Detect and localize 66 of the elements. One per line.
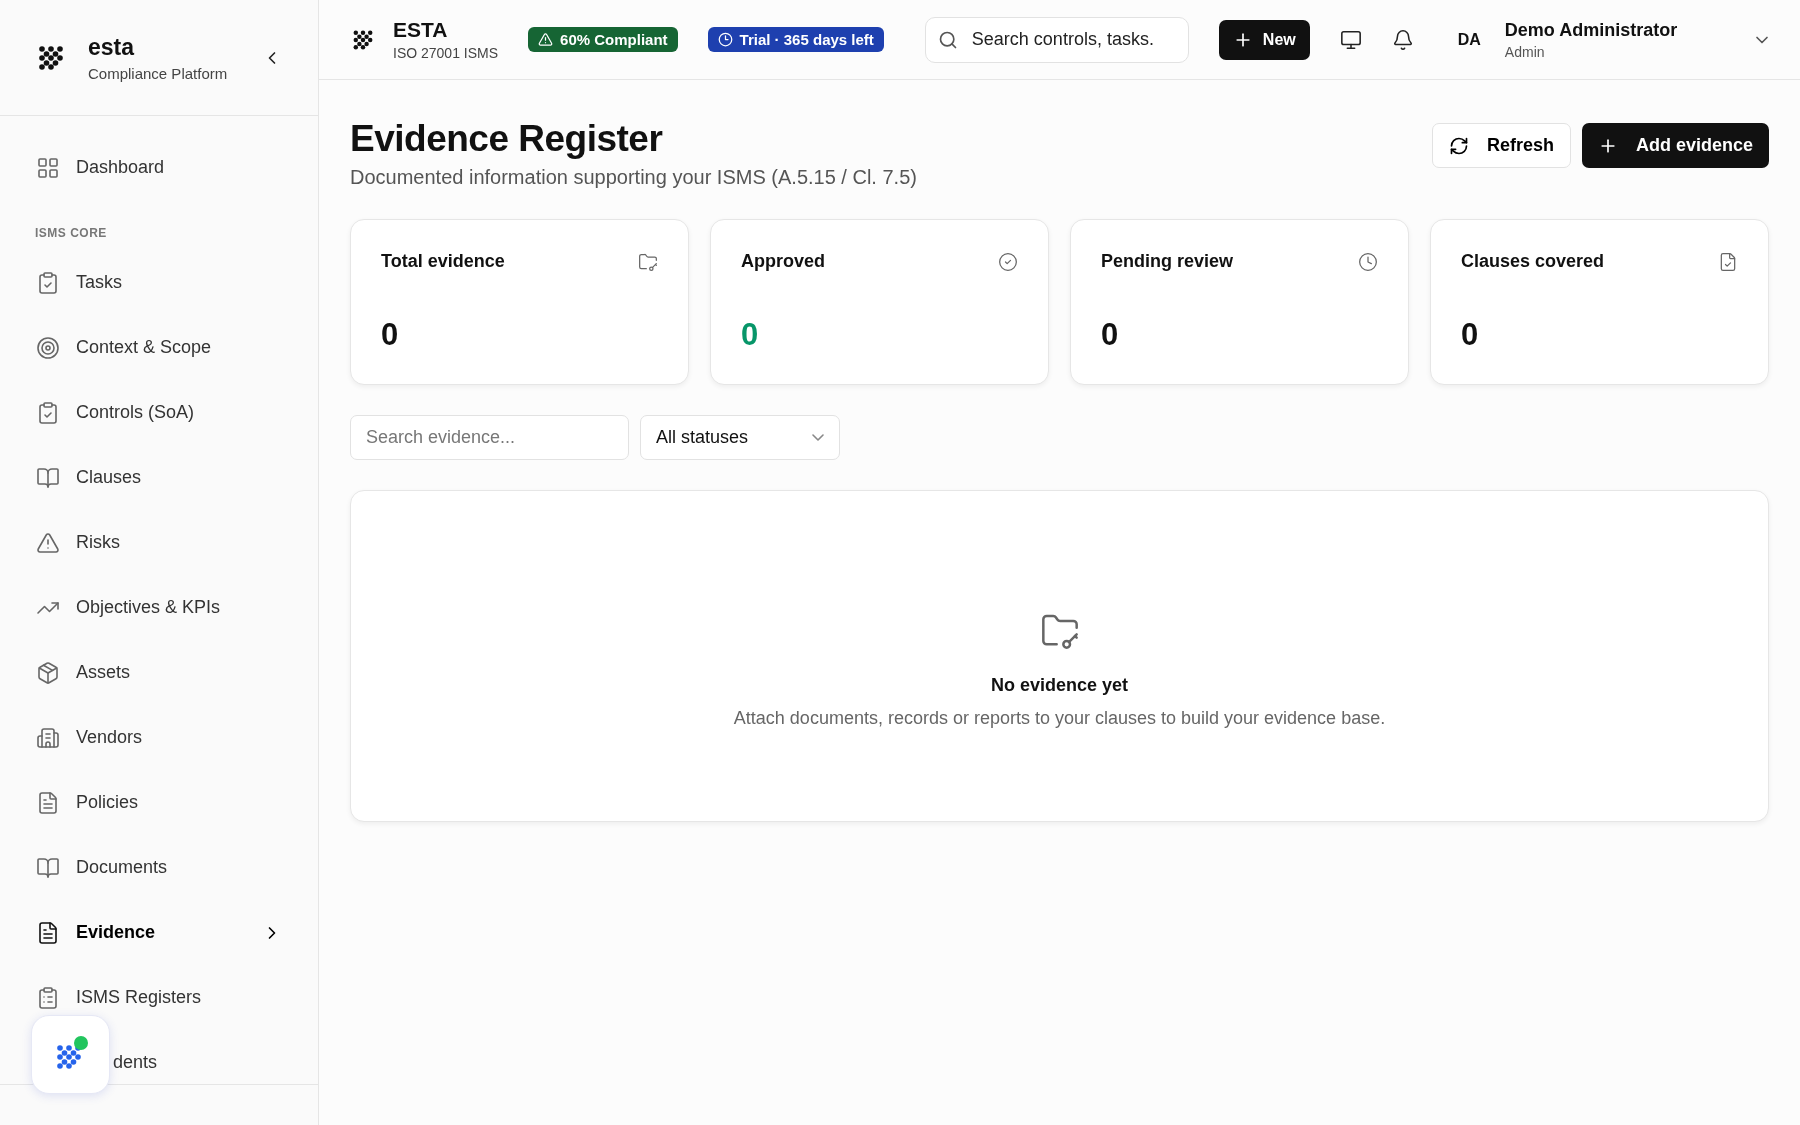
sidebar-item[interactable]: Clauses [0, 445, 318, 510]
stat-value: 0 [381, 317, 400, 353]
page-title: Evidence Register [350, 118, 664, 160]
status-dot [73, 1035, 88, 1050]
document-icon [36, 790, 60, 815]
add-evidence-button[interactable]: Add evidence [1581, 123, 1769, 168]
org-name: ESTA [393, 18, 449, 42]
user-initials: DA [1457, 30, 1481, 49]
sidebar-item[interactable]: Context & Scope [0, 315, 318, 380]
grid-icon [36, 155, 60, 180]
clipboard-icon [36, 400, 60, 425]
stat-label: Pending review [1101, 251, 1234, 272]
search-field[interactable]: Search evidence... [350, 415, 629, 460]
document-icon [36, 920, 60, 945]
stat-label: Approved [741, 251, 825, 272]
chevron-icon [812, 434, 824, 441]
page-subtitle: Documented information supporting your ISMS (A.5.15 / Cl. 7.5) [350, 166, 917, 189]
file-check-icon [1718, 251, 1738, 272]
clock-icon [1358, 251, 1378, 272]
target-icon [36, 335, 60, 360]
search-field[interactable]: Search controls, tasks. [924, 16, 1189, 63]
stat-label: Total evidence [381, 251, 505, 272]
refresh-button[interactable]: Refresh [1431, 123, 1571, 168]
clipboard-list-icon [36, 985, 60, 1010]
trial-badge: Trial · 365 days left [707, 27, 884, 52]
dots-icon [56, 1044, 81, 1069]
sidebar-item[interactable]: Controls (SoA) [0, 380, 318, 445]
org-subtitle: ISO 27001 ISMS [393, 45, 499, 61]
user-name: Demo Administrator [1504, 19, 1678, 41]
stat-value: 0 [1101, 317, 1120, 353]
book-icon [36, 855, 60, 880]
sidebar-item[interactable]: Tasks [0, 250, 318, 315]
user-role: Admin [1504, 43, 1546, 60]
sidebar-item[interactable]: Dashboard [0, 135, 318, 200]
stat-label: Clauses covered [1461, 251, 1605, 272]
sidebar-item[interactable]: Risks [0, 510, 318, 575]
box-icon [36, 660, 60, 685]
building-icon [36, 725, 60, 750]
assistant-button[interactable] [31, 1015, 110, 1094]
clipboard-icon [36, 270, 60, 295]
check-circle-icon [998, 251, 1018, 272]
new-button[interactable]: New [1218, 19, 1310, 60]
sidebar-item[interactable]: ISMS Registers [0, 965, 318, 1030]
book-icon [36, 465, 60, 490]
empty-message: Attach documents, records or reports to your clauses to build your evidence base. [733, 708, 1386, 729]
stat-value: 0 [1461, 317, 1480, 353]
sidebar-item[interactable]: dents [0, 1030, 318, 1084]
monitor-icon[interactable] [1339, 28, 1362, 51]
folder-icon [638, 251, 658, 272]
search-icon [937, 29, 958, 50]
brand-subtitle: Compliance Platform [88, 64, 229, 82]
empty-title: No evidence yet [990, 675, 1129, 696]
sidebar-item[interactable]: Documents [0, 835, 318, 900]
notifications-icon[interactable] [1391, 28, 1414, 51]
sidebar-item[interactable]: Objectives & KPIs [0, 575, 318, 640]
refresh-icon [1448, 135, 1469, 156]
sidebar-item[interactable]: Assets [0, 640, 318, 705]
sidebar-item[interactable]: Vendors [0, 705, 318, 770]
sidebar-item[interactable]: Evidence [0, 900, 318, 965]
warning-icon [36, 530, 60, 555]
sidebar-item[interactable]: Policies [0, 770, 318, 835]
brand-name: esta [88, 33, 136, 61]
stat-value: 0 [741, 317, 760, 353]
compliance-badge: 60% Compliant [528, 27, 678, 52]
status-dropdown[interactable]: All statuses [640, 415, 840, 460]
section-title: ISMS CORE [34, 225, 108, 242]
